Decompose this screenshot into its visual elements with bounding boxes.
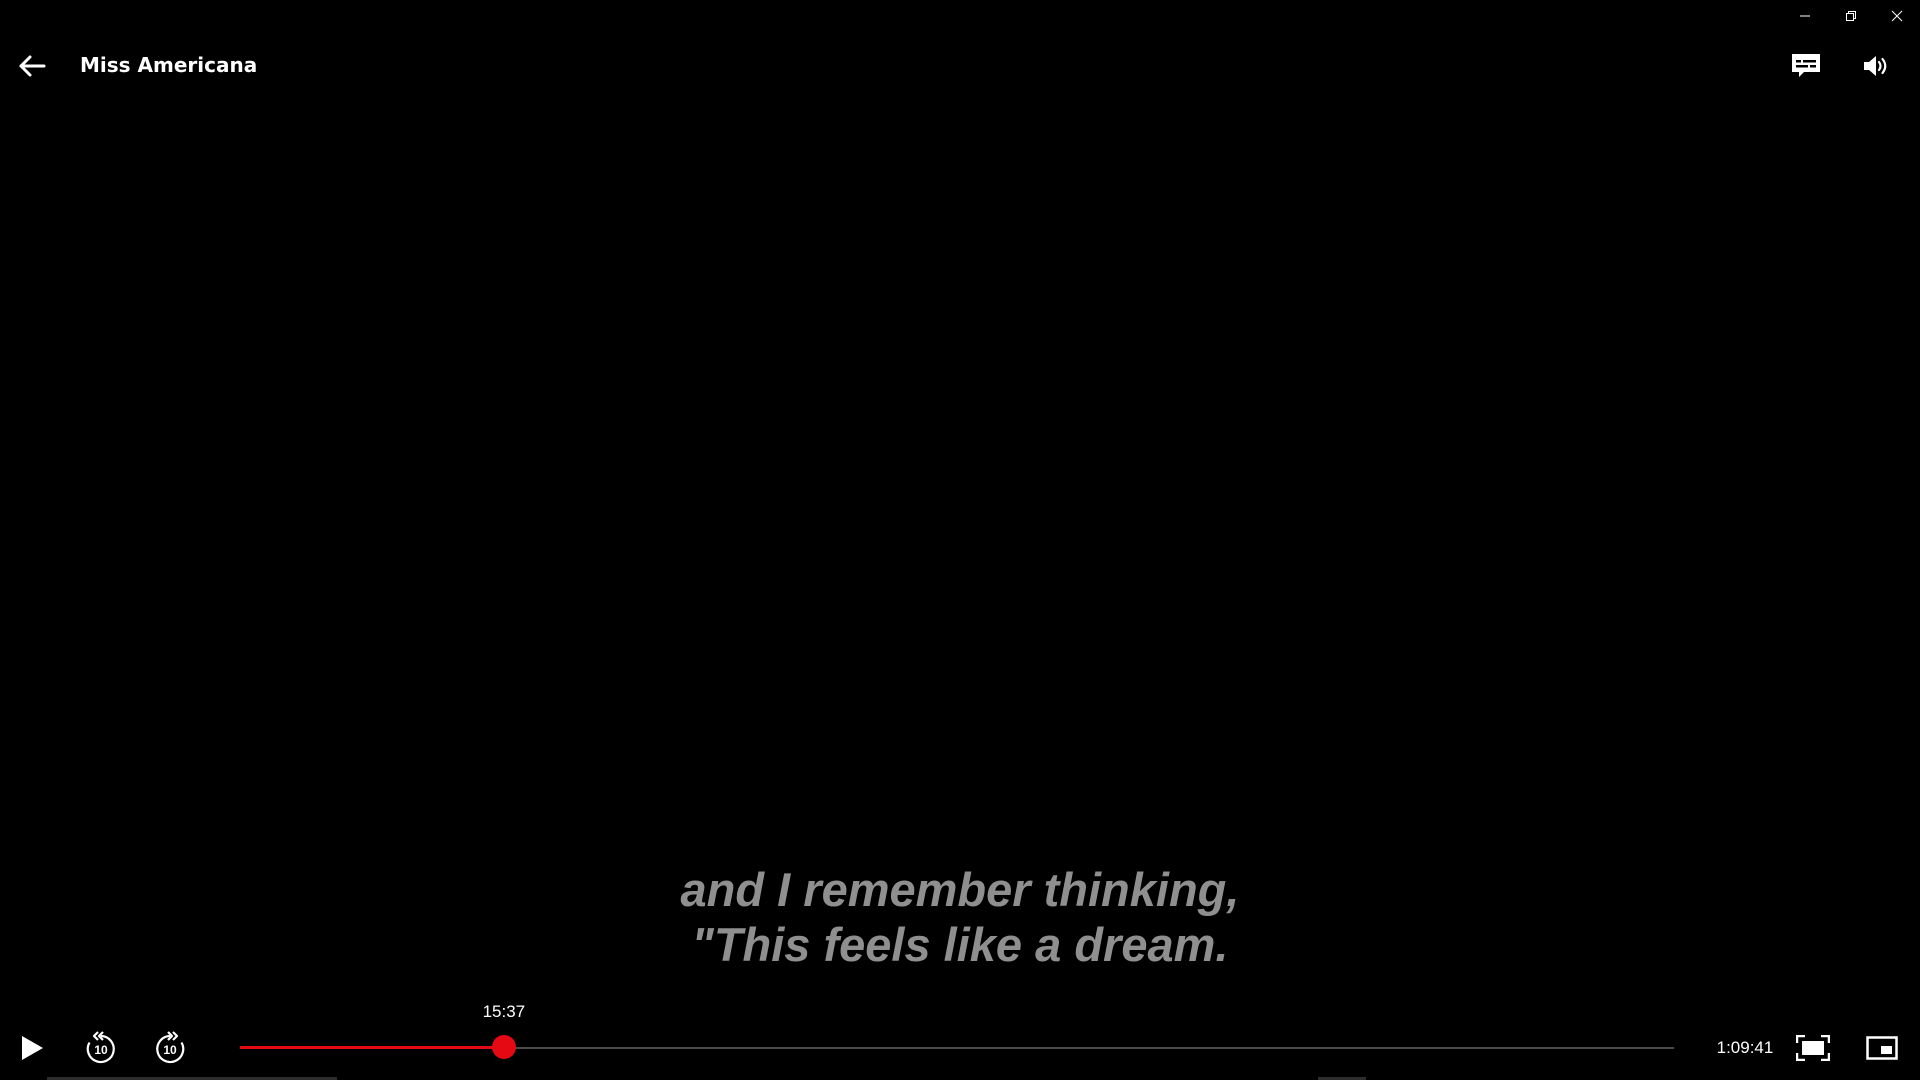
volume-icon [1864,56,1887,76]
volume-button[interactable] [1856,48,1896,84]
subtitle-text: and I remember thinking, "This feels lik… [0,862,1920,972]
video-title: Miss Americana [80,53,258,77]
window-controls [1782,0,1920,32]
play-button[interactable] [10,1026,54,1070]
subtitle-line-1: and I remember thinking, [680,863,1240,916]
back-arrow-icon [19,55,46,77]
progress-timeline[interactable]: 15:37 [240,1002,1674,1059]
fullscreen-icon [1796,1035,1830,1061]
picture-in-picture-icon [1866,1036,1898,1060]
play-icon [22,1036,43,1060]
forward-label: 10 [163,1043,177,1057]
minimize-button[interactable] [1782,0,1828,32]
subtitles-button[interactable] [1786,48,1826,84]
remaining-time: 1:09:41 [1716,1038,1774,1057]
subtitle-line-2: "This feels like a dream. [691,918,1229,971]
forward-10-icon: 10 [156,1031,185,1064]
rewind-10-button[interactable]: 10 [79,1026,123,1070]
playback-controls: 10 10 15:37 1:09:41 [0,1002,1920,1076]
fullscreen-button[interactable] [1791,1026,1835,1070]
restore-button[interactable] [1828,0,1874,32]
close-button[interactable] [1874,0,1920,32]
forward-10-button[interactable]: 10 [148,1026,192,1070]
minimize-icon [1800,15,1810,17]
timeline-played [240,1046,504,1049]
top-bar: Miss Americana [0,40,1920,90]
picture-in-picture-button[interactable] [1860,1026,1904,1070]
timeline-scrubber[interactable] [491,1035,516,1059]
restore-icon [1846,11,1856,21]
rewind-10-icon: 10 [86,1031,115,1064]
video-player[interactable]: Miss Americana and I remember thinking, … [0,0,1920,1080]
current-time: 15:37 [482,1002,526,1021]
subtitles-icon [1792,54,1820,77]
back-button[interactable] [14,48,50,84]
close-icon [1891,10,1903,22]
rewind-label: 10 [94,1043,108,1057]
